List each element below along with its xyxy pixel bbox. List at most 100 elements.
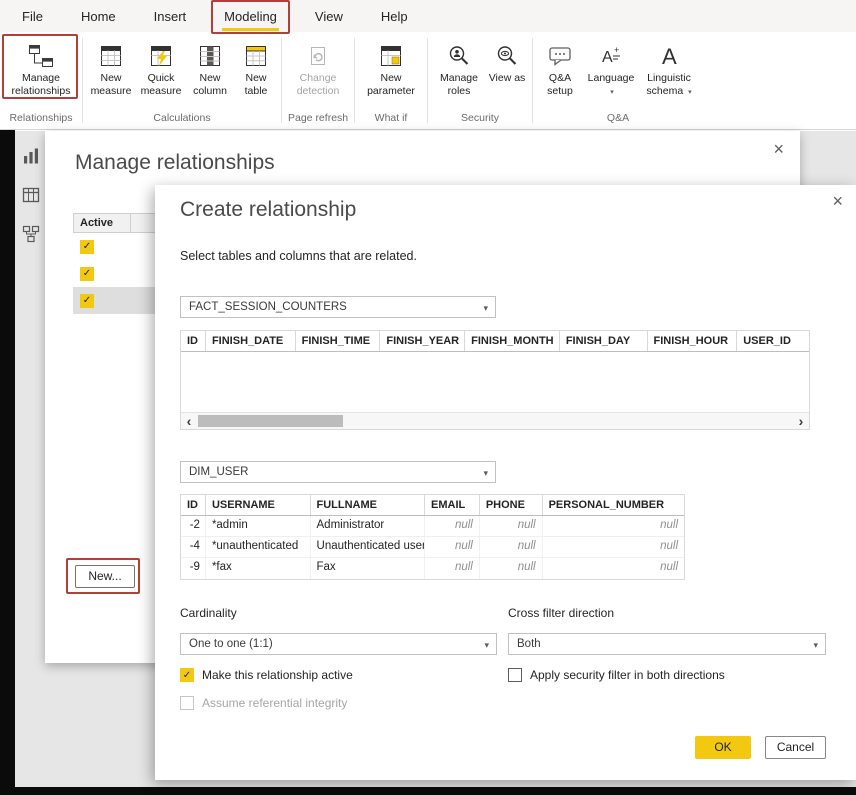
table1-header-user-id[interactable]: USER_ID — [737, 331, 809, 351]
table-row[interactable]: -9 *fax Fax null null null — [181, 558, 684, 579]
cross-filter-value: Both — [517, 638, 541, 650]
table2-grid: ID USERNAME FULLNAME EMAIL PHONE PERSONA… — [180, 494, 685, 580]
table1-header-finish-time[interactable]: FINISH_TIME — [296, 331, 381, 351]
new-table-icon — [245, 40, 267, 72]
scrollbar-thumb[interactable] — [198, 415, 343, 427]
qa-setup-button[interactable]: Q&A setup — [536, 37, 584, 97]
cell-fullname: Fax — [311, 558, 426, 579]
tab-modeling-label: Modeling — [224, 9, 277, 24]
new-column-button[interactable]: New column — [186, 37, 234, 97]
cell-phone: null — [480, 516, 543, 536]
tab-home[interactable]: Home — [79, 3, 118, 30]
language-label: Language — [588, 72, 635, 84]
table2-header-email[interactable]: EMAIL — [425, 495, 480, 515]
view-as-label: View as — [489, 72, 526, 85]
close-icon[interactable]: × — [773, 142, 784, 156]
cross-filter-label: Cross filter direction — [508, 606, 614, 620]
report-view-icon — [22, 147, 40, 170]
ribbon-group-what-if: New parameter What if — [355, 32, 427, 129]
create-relationship-dialog: Create relationship × Select tables and … — [155, 185, 856, 780]
cell-email: null — [425, 537, 480, 557]
model-view-button[interactable] — [21, 226, 41, 246]
quick-measure-button[interactable]: Quick measure — [136, 37, 186, 97]
table2-header-fullname[interactable]: FULLNAME — [311, 495, 426, 515]
linguistic-schema-icon: A — [657, 40, 681, 72]
table1-header-finish-day[interactable]: FINISH_DAY — [560, 331, 648, 351]
tab-help[interactable]: Help — [379, 3, 410, 30]
table1-header-finish-date[interactable]: FINISH_DATE — [206, 331, 296, 351]
change-detection-label: Change detection — [288, 72, 348, 97]
table2-select[interactable]: DIM_USER ▾ — [180, 461, 496, 483]
group-label-security: Security — [428, 112, 532, 129]
active-checkbox[interactable]: ✓ — [80, 240, 94, 254]
scroll-right-icon[interactable]: › — [793, 413, 809, 429]
table1-header-id-label: ID — [187, 335, 198, 347]
security-filter-checkbox-row[interactable]: Apply security filter in both directions — [508, 668, 725, 682]
new-parameter-button[interactable]: New parameter — [361, 37, 421, 97]
table2-header-row: ID USERNAME FULLNAME EMAIL PHONE PERSONA… — [181, 495, 684, 516]
table1-horizontal-scrollbar[interactable]: ‹ › — [181, 412, 809, 429]
close-icon[interactable]: × — [832, 194, 843, 208]
scroll-left-icon[interactable]: ‹ — [181, 413, 197, 429]
table1-select-value: FACT_SESSION_COUNTERS — [189, 301, 347, 313]
cell-phone: null — [480, 558, 543, 579]
table-row[interactable]: -2 *admin Administrator null null null — [181, 516, 684, 537]
table1-header-finish-month[interactable]: FINISH_MONTH — [465, 331, 560, 351]
table1-header-finish-hour[interactable]: FINISH_HOUR — [648, 331, 738, 351]
table-row[interactable]: -4 *unauthenticated Unauthenticated user… — [181, 537, 684, 558]
new-measure-button[interactable]: New measure — [86, 37, 136, 97]
referential-integrity-checkbox-row: Assume referential integrity — [180, 696, 347, 710]
change-detection-button: Change detection — [288, 37, 348, 97]
make-active-checkbox-row[interactable]: ✓ Make this relationship active — [180, 668, 353, 682]
active-checkbox[interactable]: ✓ — [80, 267, 94, 281]
cell-username: *admin — [206, 516, 311, 536]
manage-roles-button[interactable]: Manage roles — [432, 37, 486, 97]
table2-header-id[interactable]: ID — [181, 495, 206, 515]
qa-setup-label: Q&A setup — [536, 72, 584, 97]
security-filter-label: Apply security filter in both directions — [530, 668, 725, 682]
svg-text:+: + — [614, 45, 619, 55]
language-button[interactable]: A + Language ▾ — [584, 37, 638, 99]
tab-modeling[interactable]: Modeling — [222, 3, 279, 30]
table1-header-id[interactable]: ID — [181, 331, 206, 351]
cancel-button[interactable]: Cancel — [765, 736, 826, 759]
dropdown-caret-icon: ▾ — [484, 635, 489, 655]
data-view-button[interactable] — [21, 187, 41, 207]
group-label-relationships: Relationships — [0, 112, 82, 129]
new-relationship-button[interactable]: New... — [75, 565, 135, 588]
tab-insert[interactable]: Insert — [152, 3, 189, 30]
cardinality-select[interactable]: One to one (1:1) ▾ — [180, 633, 497, 655]
report-view-button[interactable] — [21, 148, 41, 168]
make-active-checkbox[interactable]: ✓ — [180, 668, 194, 682]
cell-email: null — [425, 558, 480, 579]
linguistic-schema-button[interactable]: A Linguistic schema ▾ — [638, 37, 700, 99]
new-parameter-label: New parameter — [361, 72, 421, 97]
ribbon-group-relationships: Manage relationships Relationships — [0, 32, 82, 129]
cell-id: -4 — [181, 537, 206, 557]
ok-button[interactable]: OK — [695, 736, 751, 759]
cross-filter-select[interactable]: Both ▾ — [508, 633, 826, 655]
table2-header-id-label: ID — [187, 499, 198, 511]
view-as-button[interactable]: View as — [486, 37, 528, 85]
tab-view[interactable]: View — [313, 3, 345, 30]
dropdown-caret-icon: ▾ — [483, 463, 488, 483]
table1-header-finish-year[interactable]: FINISH_YEAR — [380, 331, 465, 351]
cell-id: -2 — [181, 516, 206, 536]
active-checkbox[interactable]: ✓ — [80, 294, 94, 308]
new-table-label: New table — [234, 72, 278, 97]
cell-phone: null — [480, 537, 543, 557]
security-filter-checkbox[interactable] — [508, 668, 522, 682]
table1-select[interactable]: FACT_SESSION_COUNTERS ▾ — [180, 296, 496, 318]
model-view-icon — [22, 225, 40, 248]
svg-text:A: A — [602, 49, 613, 66]
tab-file[interactable]: File — [20, 3, 45, 30]
linguistic-schema-label: Linguistic schema — [646, 72, 691, 97]
ribbon-group-calculations: New measure Quick measure — [83, 32, 281, 129]
table2-header-username[interactable]: USERNAME — [206, 495, 311, 515]
manage-relationships-button[interactable]: Manage relationships — [5, 37, 77, 97]
active-column-header[interactable]: Active — [74, 214, 131, 232]
new-table-button[interactable]: New table — [234, 37, 278, 97]
table2-header-phone[interactable]: PHONE — [480, 495, 543, 515]
table1-body — [181, 352, 809, 412]
table2-header-personal-number[interactable]: PERSONAL_NUMBER — [543, 495, 684, 515]
